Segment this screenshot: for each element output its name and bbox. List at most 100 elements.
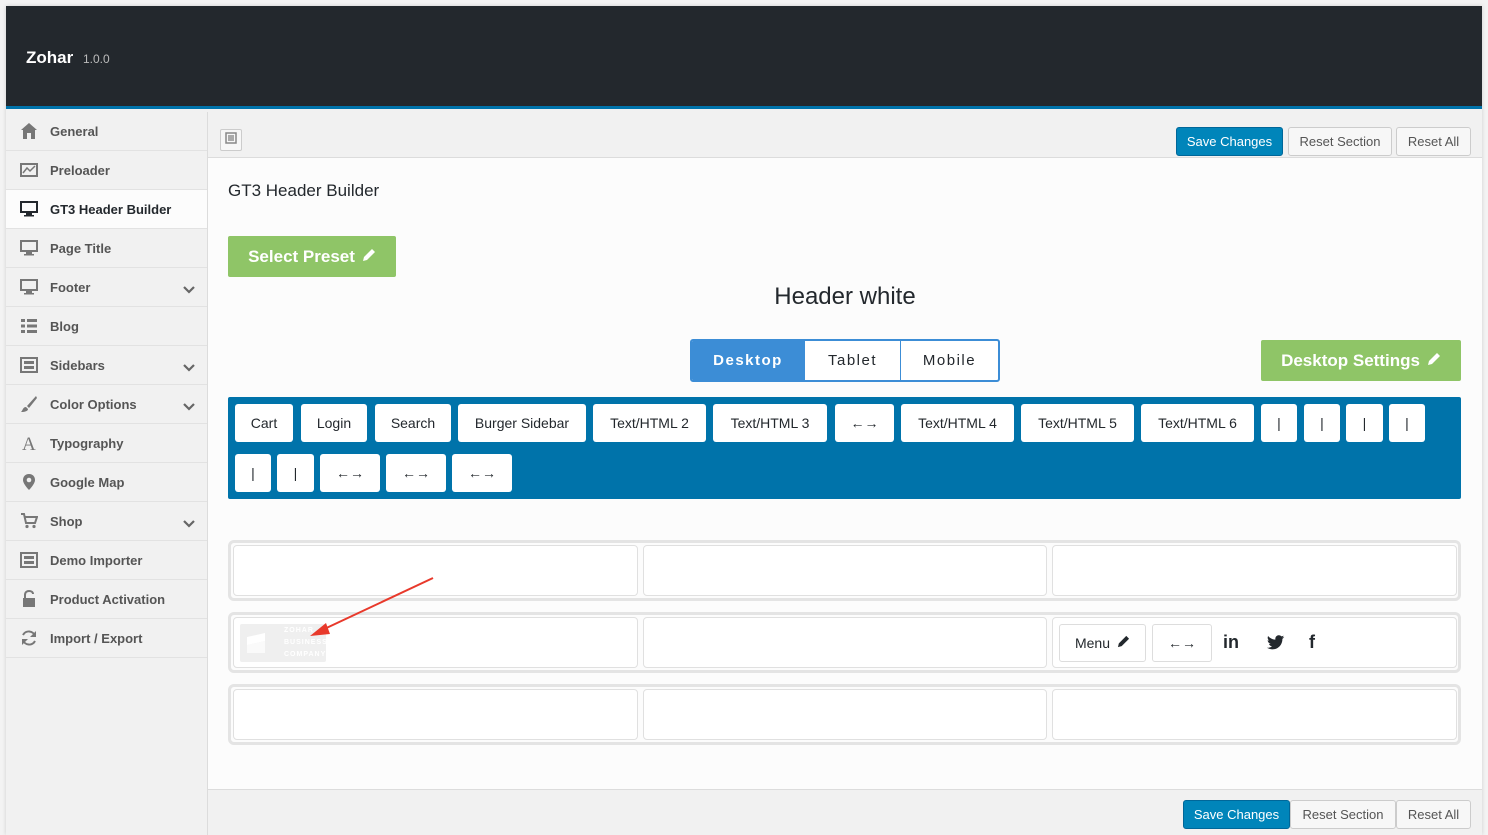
sidebar-item-gt3-header-builder[interactable]: GT3 Header Builder [6,190,207,229]
sidebar-item-shop[interactable]: Shop [6,502,207,541]
logo-mark-icon [247,633,265,653]
sidebar-item-label: Import / Export [50,630,143,646]
monitor-icon [20,200,38,218]
expand-options-button[interactable] [220,129,242,151]
svg-text:A: A [22,434,36,452]
reset-section-button[interactable]: Reset Section [1290,800,1396,829]
palette-item-cart[interactable]: Cart [235,404,293,442]
sidebar-item-typography[interactable]: A Typography [6,424,207,463]
sidebar-item-label: Sidebars [50,357,105,373]
sidebar-item-import-export[interactable]: Import / Export [6,619,207,658]
unlock-icon [20,590,38,608]
drop-zone-middle-center[interactable] [643,617,1047,668]
sidebar: General Preloader GT3 Header Builder Pag… [6,112,208,835]
drop-zone-top-right[interactable] [1052,545,1457,596]
sidebar-item-general[interactable]: General [6,112,207,151]
chevron-down-icon[interactable] [183,359,195,377]
spacer-element[interactable]: ←→ [1152,624,1212,662]
desktop-settings-button[interactable]: Desktop Settings [1261,340,1461,381]
header-row-middle: ZOHAR BUSINESS COMPANY Menu ←→ in f [228,612,1461,673]
save-changes-button[interactable]: Save Changes [1176,127,1283,156]
palette-item-burger-sidebar[interactable]: Burger Sidebar [458,404,586,442]
drop-zone-middle-right[interactable]: Menu ←→ in f [1052,617,1457,668]
sidebar-item-label: Blog [50,318,79,334]
options-panel: Zohar 1.0.0 General Preloader GT3 Header… [6,6,1482,835]
palette-item-delimiter[interactable]: | [1304,404,1340,442]
tab-mobile[interactable]: Mobile [901,341,998,380]
sidebar-item-label: Typography [50,435,124,451]
panel-header: Zohar 1.0.0 [6,6,1482,109]
home-icon [20,122,38,140]
sidebar-item-label: Footer [50,279,91,295]
sidebar-item-label: Color Options [50,396,137,412]
menu-element[interactable]: Menu [1059,624,1146,662]
menu-element-label: Menu [1074,635,1111,651]
palette-item-text-html-4[interactable]: Text/HTML 4 [901,404,1014,442]
palette-item-spacer[interactable]: ←→ [835,404,894,442]
sidebar-item-label: Shop [50,513,83,529]
top-toolbar: Save Changes Reset Section Reset All [208,112,1482,158]
layout-icon [20,356,38,374]
sidebar-item-blog[interactable]: Blog [6,307,207,346]
tab-tablet[interactable]: Tablet [805,341,901,380]
reset-all-button[interactable]: Reset All [1396,800,1471,829]
header-row-bottom [228,684,1461,745]
logo-text-line: COMPANY [284,651,327,658]
sidebar-item-label: Preloader [50,162,110,178]
sidebar-item-demo-importer[interactable]: Demo Importer [6,541,207,580]
palette-item-text-html-6[interactable]: Text/HTML 6 [1141,404,1254,442]
section-title: GT3 Header Builder [228,181,380,200]
drop-zone-bottom-center[interactable] [643,689,1047,740]
chevron-down-icon[interactable] [183,281,195,299]
font-icon: A [20,434,38,452]
reset-section-button[interactable]: Reset Section [1288,127,1392,156]
reset-all-button[interactable]: Reset All [1396,127,1471,156]
main-content: Save Changes Reset Section Reset All GT3… [208,112,1482,835]
sidebar-item-footer[interactable]: Footer [6,268,207,307]
palette-item-spacer[interactable]: ←→ [320,454,380,492]
map-pin-icon [20,473,38,491]
sidebar-item-preloader[interactable]: Preloader [6,151,207,190]
palette-item-delimiter[interactable]: | [1389,404,1425,442]
sidebar-item-label: Page Title [50,240,112,256]
palette-item-delimiter[interactable]: | [277,454,314,492]
save-changes-button[interactable]: Save Changes [1183,800,1290,829]
linkedin-icon[interactable]: in [1223,632,1239,653]
pencil-icon [1427,351,1441,371]
list-icon [20,317,38,335]
drop-zone-bottom-right[interactable] [1052,689,1457,740]
sidebar-item-sidebars[interactable]: Sidebars [6,346,207,385]
chevron-down-icon[interactable] [183,398,195,416]
palette-item-text-html-5[interactable]: Text/HTML 5 [1021,404,1134,442]
palette-item-search[interactable]: Search [375,404,451,442]
sidebar-item-google-map[interactable]: Google Map [6,463,207,502]
drop-zone-middle-left[interactable]: ZOHAR BUSINESS COMPANY [233,617,638,668]
chart-icon [20,161,38,179]
layout-icon [20,551,38,569]
tab-desktop[interactable]: Desktop [692,341,805,380]
app-version: 1.0.0 [83,52,110,66]
pencil-icon[interactable] [1117,635,1130,651]
select-preset-button[interactable]: Select Preset [228,236,396,277]
palette-item-text-html-2[interactable]: Text/HTML 2 [593,404,706,442]
drop-zone-top-left[interactable] [233,545,638,596]
palette-item-delimiter[interactable]: | [1346,404,1383,442]
palette-item-spacer[interactable]: ←→ [452,454,512,492]
app-title: Zohar [26,48,74,67]
palette-item-login[interactable]: Login [301,404,367,442]
chevron-down-icon[interactable] [183,515,195,533]
palette-item-text-html-3[interactable]: Text/HTML 3 [713,404,827,442]
monitor-icon [20,278,38,296]
palette-item-spacer[interactable]: ←→ [386,454,446,492]
sidebar-item-page-title[interactable]: Page Title [6,229,207,268]
palette-item-delimiter[interactable]: | [1261,404,1297,442]
expand-icon [225,131,237,149]
drop-zone-bottom-left[interactable] [233,689,638,740]
sidebar-item-product-activation[interactable]: Product Activation [6,580,207,619]
sidebar-item-color-options[interactable]: Color Options [6,385,207,424]
drop-zone-top-center[interactable] [643,545,1047,596]
palette-item-delimiter[interactable]: | [235,454,271,492]
twitter-icon[interactable] [1267,634,1285,655]
facebook-icon[interactable]: f [1309,632,1315,653]
logo-element[interactable]: ZOHAR BUSINESS COMPANY [240,624,327,662]
